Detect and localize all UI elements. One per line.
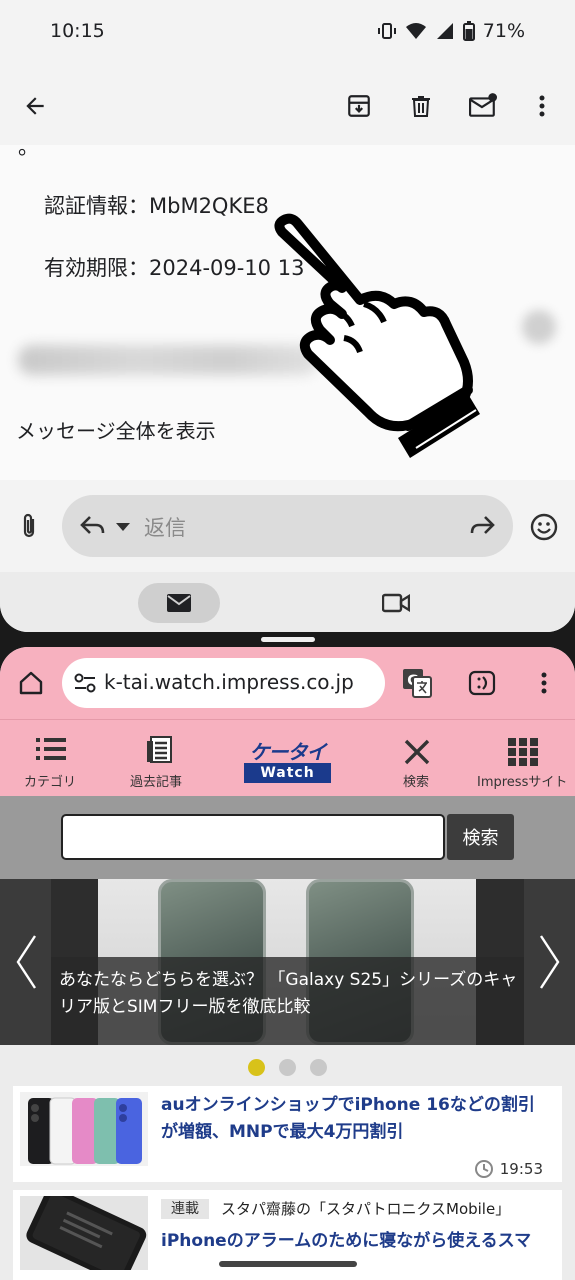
site-search-button[interactable]: 検索 [447,814,514,860]
status-time: 10:15 [50,20,105,42]
carousel-prev-button[interactable] [0,879,51,1045]
video-camera-icon [381,593,411,613]
article-thumbnail [20,1196,148,1270]
site-logo[interactable]: ケータイ Watch [244,736,331,784]
status-icons: 71% [377,20,525,42]
show-full-message-link[interactable]: メッセージ全体を表示 [16,415,216,444]
category-label: カテゴリ [24,775,77,790]
home-icon [19,671,43,695]
carousel-next-button[interactable] [524,879,575,1045]
email-toolbar [0,70,575,142]
extension-button[interactable] [468,670,496,700]
browser-toolbar: k-tai.watch.impress.co.jp G [0,647,575,719]
logo-top-text: ケータイ [249,740,327,764]
auth-info-text: 認証情報：MbM2QKE8 [44,194,269,218]
reply-arrow-icon [80,516,105,534]
signal-icon [436,23,453,39]
carousel-caption-text: あなたならどちらを選ぶ？ 「Galaxy S25」シリーズのキャリア版とSIMフ… [59,970,518,1017]
paperclip-icon [23,513,35,538]
reply-input[interactable]: 返信 [62,495,513,557]
grid-icon [508,738,538,766]
more-vert-icon [539,95,545,117]
gmail-window: 10:15 71% 。 認証情報：MbM2QKE8 有効期限：2024-09-1… [0,0,575,632]
battery-icon [462,21,475,41]
carousel-indicators [0,1059,575,1079]
more-options-button[interactable] [524,88,560,124]
url-bar[interactable]: k-tai.watch.impress.co.jp [62,658,385,708]
phone-alarm-image [20,1196,148,1270]
delete-button[interactable] [403,88,439,124]
impress-sites-label: Impressサイト [477,775,568,790]
pointing-hand-icon [274,213,480,458]
mark-unread-button[interactable] [465,88,501,124]
face-box-icon [468,670,496,696]
carousel-caption[interactable]: あなたならどちらを選ぶ？ 「Galaxy S25」シリーズのキャリア版とSIMフ… [51,957,524,1045]
featured-carousel: あなたならどちらを選ぶ？ 「Galaxy S25」シリーズのキャリア版とSIMフ… [0,879,575,1045]
site-search-input[interactable] [61,814,445,860]
more-vert-icon [541,672,547,694]
site-header: カテゴリ 過去記事 ケータイ Watch 検索 Impressサイト [0,719,575,796]
carousel-dot[interactable] [279,1059,296,1076]
url-text: k-tai.watch.impress.co.jp [104,670,354,694]
article-title: iPhoneのアラームのために寝ながら使えるスマ [161,1231,532,1251]
gmail-bottom-nav [0,572,575,632]
site-search-bar: 検索 [0,796,575,879]
category-menu[interactable]: カテゴリ [22,720,80,797]
article-time: 19:53 [474,1159,543,1179]
text-fragment: 。 [18,135,39,159]
article-tag: 連載 [161,1199,209,1219]
mail-unread-icon [469,93,497,117]
gesture-navigation-bar[interactable] [219,1261,357,1267]
meet-tab[interactable] [381,592,411,618]
carousel-dot[interactable] [310,1059,327,1076]
blurred-avatar [522,310,556,344]
attach-button[interactable] [18,512,40,544]
home-button[interactable] [18,670,44,700]
chevron-right-icon [539,935,559,989]
wifi-icon [405,23,426,39]
split-screen-divider[interactable] [261,637,315,642]
vibrate-icon [377,23,396,39]
past-articles-menu[interactable]: 過去記事 [128,720,190,797]
clock-icon [474,1160,493,1178]
browser-menu-button[interactable] [540,671,548,699]
article-series: スタパ齋藤の「スタパトロニクスMobile」 [221,1200,511,1218]
article-time-text: 19:53 [499,1160,543,1178]
expiry-text: 有効期限：2024-09-10 13 [44,256,305,280]
browser-window: k-tai.watch.impress.co.jp G カテゴリ 過去記事 [0,647,575,1280]
battery-percent: 71% [482,20,525,42]
impress-sites-menu[interactable]: Impressサイト [476,720,572,797]
archive-button[interactable] [341,88,377,124]
close-search-menu[interactable]: 検索 [396,720,438,797]
iphone-colors-image [28,1097,142,1165]
screen: 10:15 71% 。 認証情報：MbM2QKE8 有効期限：2024-09-1… [0,0,575,1280]
reply-bar: 返信 [0,480,575,572]
trash-icon [412,96,430,117]
emoji-button[interactable] [530,513,558,545]
dropdown-caret-icon[interactable] [116,523,130,531]
translate-button[interactable]: G [402,668,432,702]
forward-arrow-icon[interactable] [469,515,495,537]
search-nav-label: 検索 [403,775,430,790]
close-icon [404,739,430,765]
past-articles-label: 過去記事 [130,775,183,790]
site-settings-icon[interactable] [74,673,96,693]
archive-icon [348,95,370,117]
mail-icon [167,594,191,612]
newspaper-icon [147,736,172,763]
logo-bottom-text: Watch [244,763,331,783]
back-button[interactable] [17,88,53,124]
emoji-icon [530,513,558,541]
mail-tab[interactable] [138,583,220,623]
reply-placeholder: 返信 [144,516,186,540]
translate-icon: G [403,669,432,698]
list-icon [36,738,66,760]
article-thumbnail [20,1092,148,1166]
status-bar: 10:15 71% [0,0,575,66]
carousel-dot[interactable] [248,1059,265,1076]
article-title: auオンラインショップでiPhone 16などの割引が増額、MNPで最大4万円割… [161,1095,535,1142]
article-card[interactable]: auオンラインショップでiPhone 16などの割引が増額、MNPで最大4万円割… [13,1086,562,1182]
arrow-back-icon [26,97,44,115]
chevron-left-icon [16,935,36,989]
